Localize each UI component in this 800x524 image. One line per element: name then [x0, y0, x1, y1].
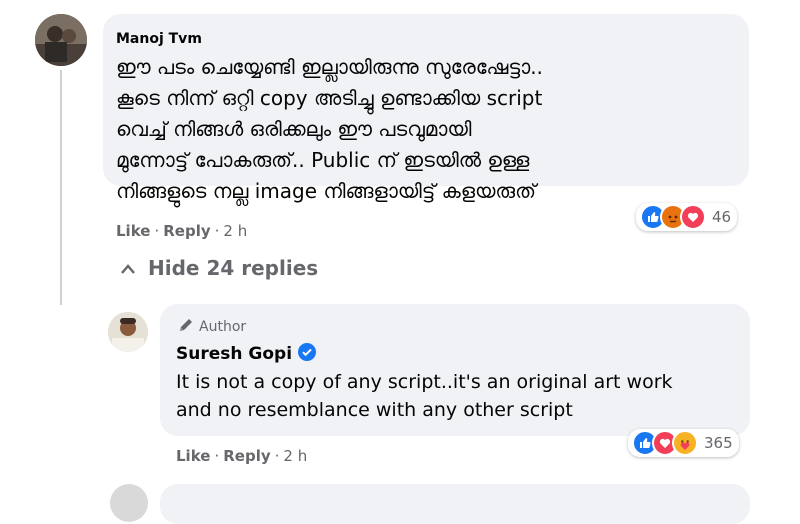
reply-reaction-count: 365: [704, 434, 733, 452]
comment-reply-button[interactable]: Reply: [163, 222, 210, 240]
comment-line: കൂടെ നിന്ന് ഒറ്റി copy അടിച്ചു ഉണ്ടാക്കി…: [116, 86, 543, 110]
reply-reactions[interactable]: 365: [628, 429, 739, 457]
reply-like-button[interactable]: Like: [176, 447, 210, 465]
author-badge-label: Author: [199, 319, 247, 335]
comment-reactions[interactable]: 46: [636, 203, 738, 231]
reply-text: It is not a copy of any script..it's an …: [176, 368, 746, 424]
commenter-avatar[interactable]: [35, 14, 87, 66]
love-reaction-icon: [680, 204, 706, 230]
hide-replies-button[interactable]: Hide 24 replies: [120, 256, 318, 280]
comment-timestamp[interactable]: 2 h: [223, 222, 247, 240]
thread-line: [60, 70, 62, 305]
comment-line: മുന്നോട്ട് പോകരുത്.. Public ന് ഇടയിൽ ഉള്…: [116, 148, 530, 172]
reply-line: and no resemblance with any other script: [176, 399, 573, 421]
reply-bubble: Author Suresh Gopi It is not a copy of a…: [160, 304, 750, 436]
comment-line: വെച്ച് നിങ്ങൾ ഒരിക്കലും ഈ പടവുമായി: [116, 117, 472, 141]
chevron-up-icon: [120, 256, 136, 280]
author-badge: Author: [178, 317, 246, 337]
verified-badge-icon: [298, 343, 317, 365]
comment-actions: Like · Reply · 2 h: [116, 222, 248, 240]
reply-actions: Like · Reply · 2 h: [176, 447, 308, 465]
hide-replies-label: Hide 24 replies: [148, 256, 319, 280]
comment-text: ഈ പടം ചെയ്യേണ്ടി ഇല്ലായിരുന്നു സുരേഷേട്ട…: [116, 52, 746, 207]
reply-reply-button[interactable]: Reply: [223, 447, 270, 465]
comment-reaction-count: 46: [712, 208, 732, 226]
next-reply-avatar[interactable]: [110, 484, 148, 522]
comment-author-name[interactable]: Manoj Tvm: [116, 31, 202, 47]
reply-author-avatar[interactable]: [108, 312, 148, 352]
reply-line: It is not a copy of any script..it's an …: [176, 371, 673, 393]
care-reaction-icon: [672, 430, 698, 456]
comment-line: ഈ പടം ചെയ്യേണ്ടി ഇല്ലായിരുന്നു സുരേഷേട്ട…: [116, 55, 543, 79]
reply-author-row: Suresh Gopi: [176, 343, 317, 365]
pen-icon: [178, 317, 194, 337]
comment-like-button[interactable]: Like: [116, 222, 150, 240]
reply-timestamp[interactable]: 2 h: [283, 447, 307, 465]
next-reply-bubble: [160, 484, 750, 524]
comment-bubble: Manoj Tvm ഈ പടം ചെയ്യേണ്ടി ഇല്ലായിരുന്നു…: [103, 14, 749, 203]
reply-author-name[interactable]: Suresh Gopi: [176, 344, 292, 364]
